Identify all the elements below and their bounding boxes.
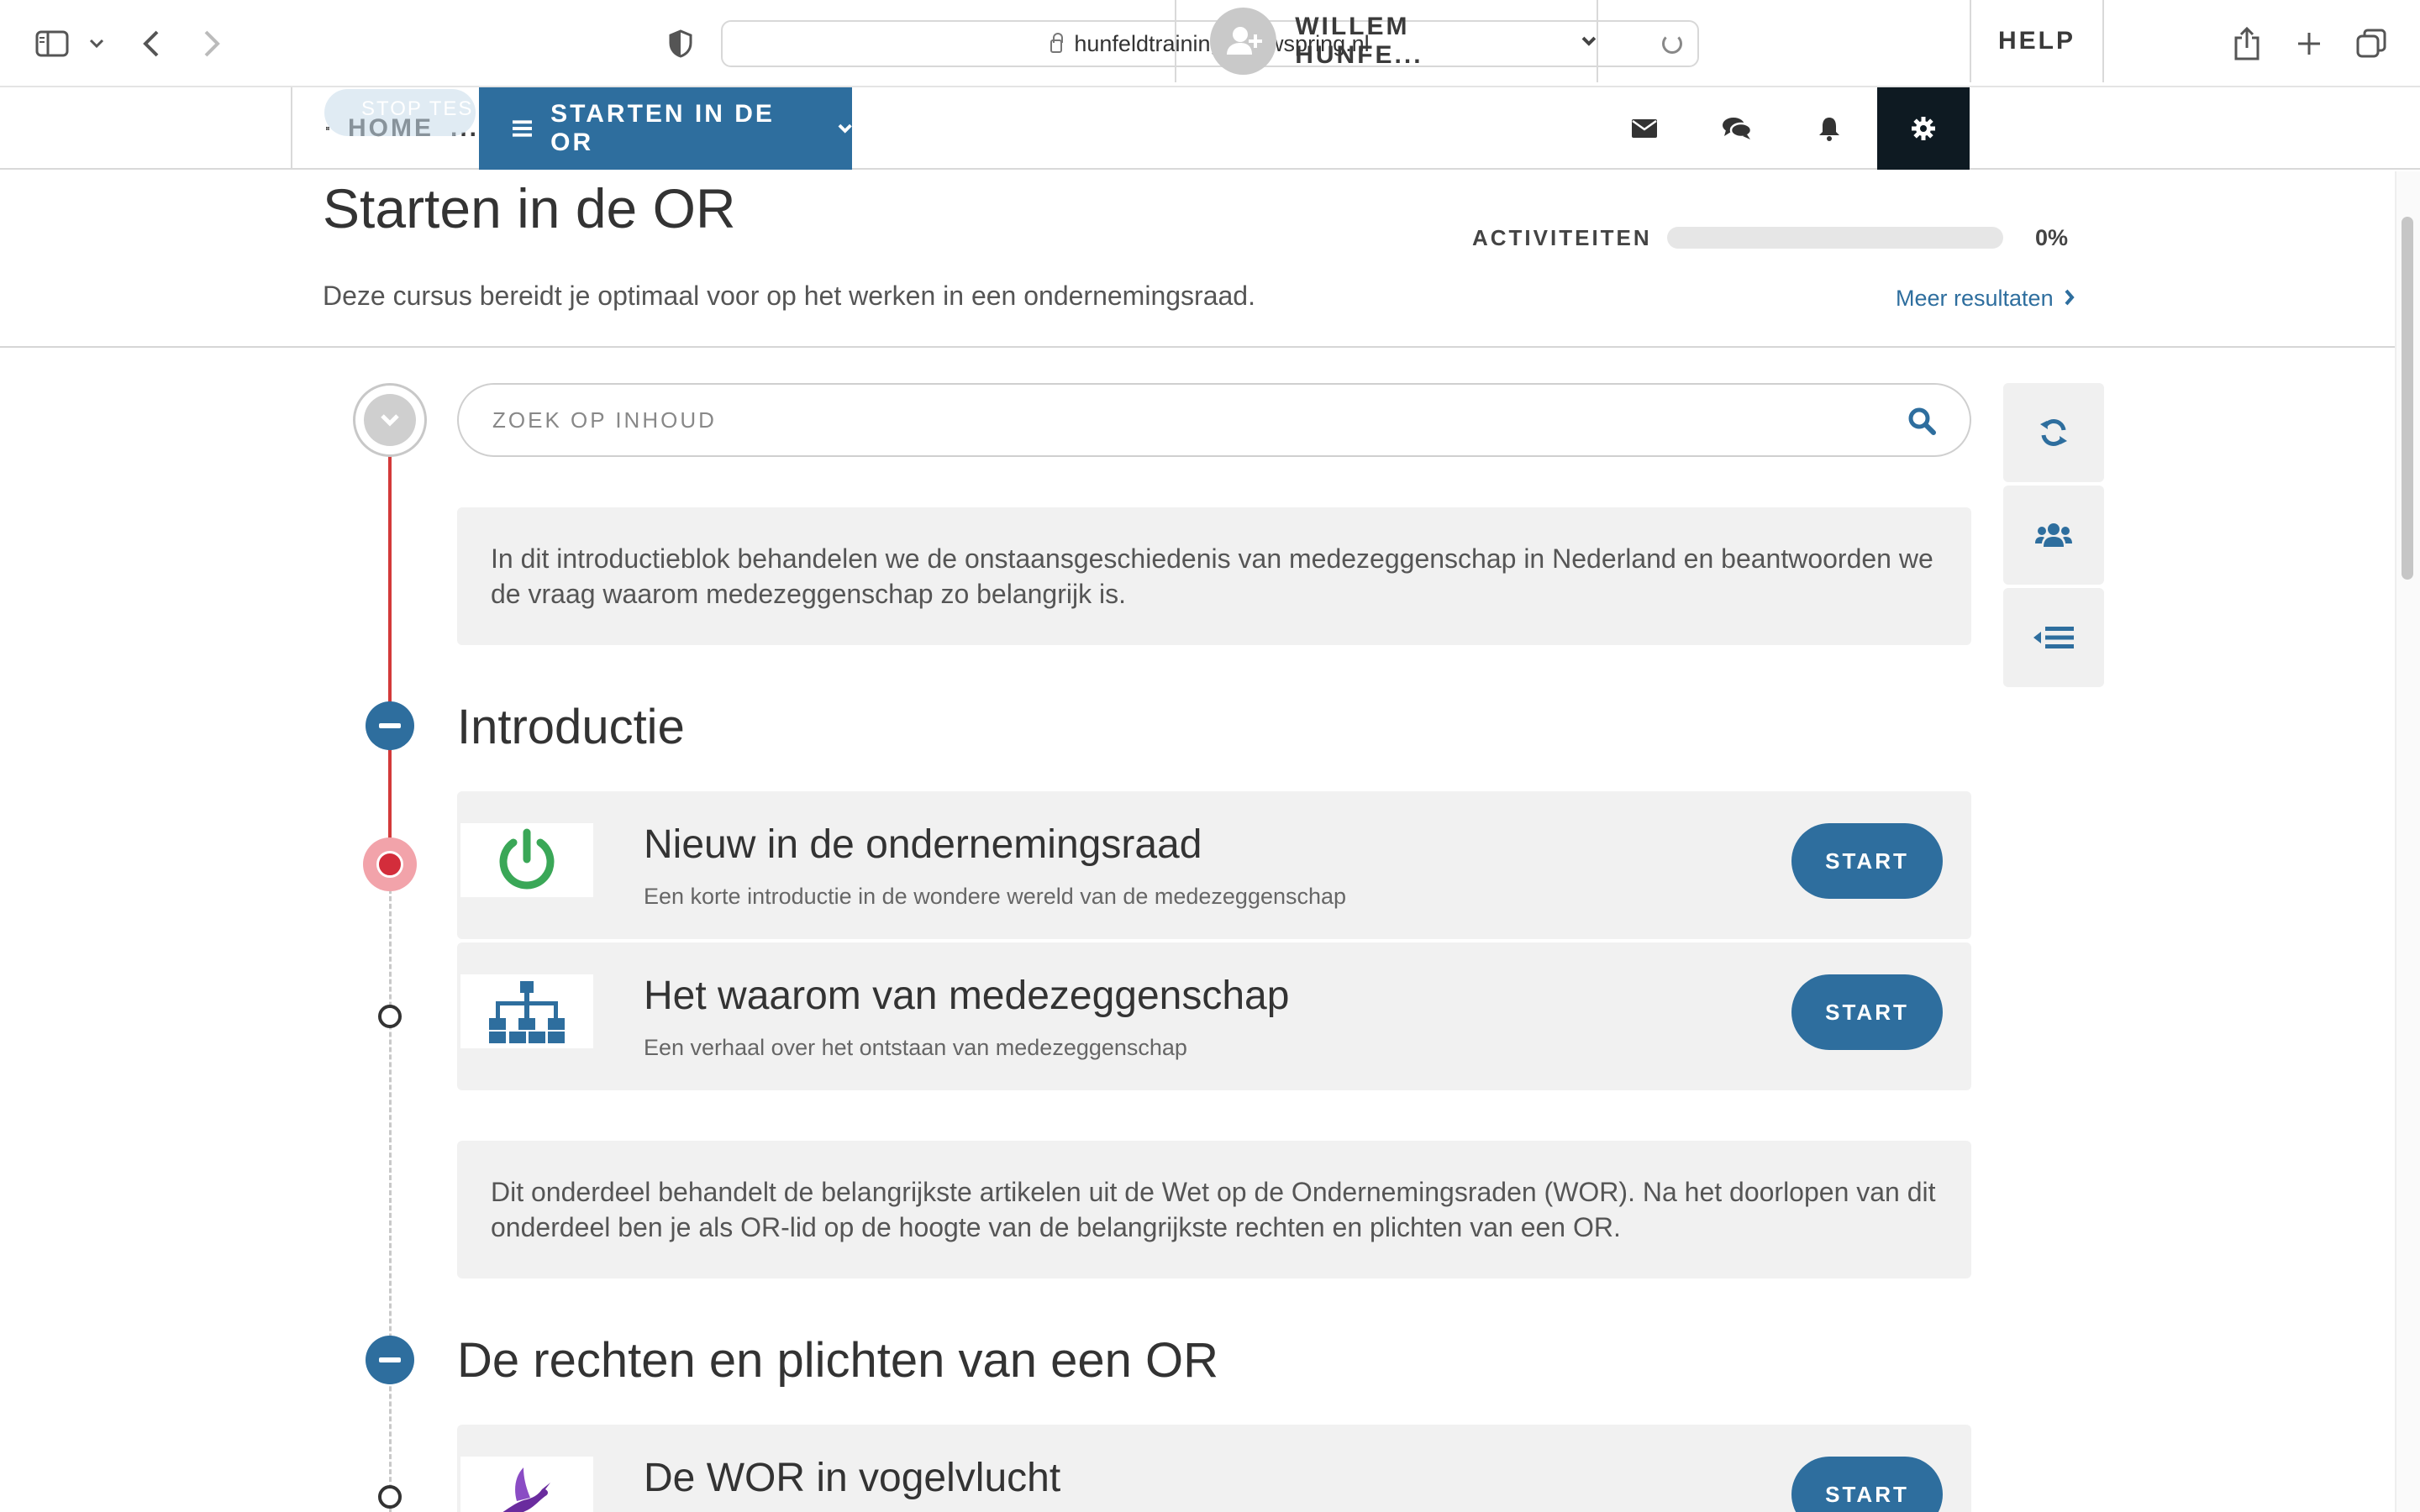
item-subtitle: Een verhaal over het ontstaan van medeze… [644,1035,1187,1060]
help-button[interactable]: HELP [1970,0,2104,82]
course-menu-label: STARTEN IN DE OR [550,100,775,156]
sync-icon [2040,419,2067,446]
lock-icon [1050,33,1064,53]
chat-icon[interactable] [1691,87,1783,170]
current-step-marker [363,837,417,891]
chevron-right-icon [2065,289,2075,306]
mail-icon[interactable] [1598,87,1691,170]
add-user-icon [1226,27,1262,55]
list-item: Het waarom van medezeggenschap Een verha… [457,942,1971,1090]
collapse-all-button[interactable] [353,383,427,457]
section-description: Dit onderdeel behandelt de belangrijkste… [457,1141,1971,1278]
outline-icon [2033,627,2074,648]
chevron-down-icon[interactable] [84,22,109,66]
hamburger-icon [513,120,533,137]
more-results-link[interactable]: Meer resultaten [1896,286,2075,312]
page-title: Starten in de OR [323,177,736,239]
users-icon [2035,523,2072,547]
chevron-down-icon [381,414,399,427]
bird-icon [460,1457,593,1512]
step-marker [378,1485,402,1509]
item-title[interactable]: Nieuw in de ondernemingsraad [644,822,1202,868]
power-icon [460,823,593,897]
chevron-down-icon [1581,36,1597,46]
timeline-progress-line [388,454,392,860]
share-icon[interactable] [2228,22,2265,66]
chevron-down-icon [838,123,852,134]
intro-description: In dit introductieblok behandelen we de … [457,507,1971,645]
avatar [1210,8,1277,75]
more-results-label: Meer resultaten [1896,286,2054,311]
content-search [457,383,1971,457]
back-icon[interactable] [134,22,168,66]
start-button[interactable]: START [1791,974,1943,1050]
sync-button[interactable] [2003,383,2104,482]
step-marker [378,1005,402,1028]
page-description: Deze cursus bereidt je optimaal voor op … [323,281,1255,311]
header-divider [0,346,2395,348]
user-name: WILLEM HUNFE... [1295,13,1423,69]
outline-button[interactable] [2003,588,2104,687]
stop-test-ghost: STOP TES [324,89,476,136]
section-collapse-icon[interactable] [366,1336,414,1384]
participants-button[interactable] [2003,486,2104,585]
section-collapse-icon[interactable] [366,701,414,750]
activities-progress-bar [1667,227,2003,249]
activities-percent: 0% [2035,225,2069,250]
list-item: Nieuw in de ondernemingsraad Een korte i… [457,791,1971,939]
sidebar-icon[interactable] [32,22,72,66]
nav-icon-group [1597,0,1879,82]
item-title[interactable]: De WOR in vogelvlucht [644,1455,1060,1501]
search-input[interactable] [492,407,1837,433]
timeline-dashed-line [389,874,392,1512]
bell-icon[interactable] [1783,87,1876,170]
start-button[interactable]: START [1791,1457,1943,1512]
search-icon[interactable] [1907,407,1936,435]
item-subtitle: Een korte introductie in de wondere were… [644,884,1347,909]
forward-icon[interactable] [195,22,229,66]
new-tab-icon[interactable] [2291,22,2328,66]
tabs-overview-icon[interactable] [2353,22,2390,66]
activities-label: ACTIVITEITEN [1472,225,1652,250]
help-label: HELP [1997,27,2075,55]
scrollbar-thumb[interactable] [2402,217,2413,580]
list-item: De WOR in vogelvlucht START [457,1425,1971,1512]
course-menu-button[interactable]: STARTEN IN DE OR [479,87,852,170]
section-title-rechten: De rechten en plichten van een OR [457,1333,1218,1388]
start-button[interactable]: START [1791,823,1943,899]
shield-icon[interactable] [664,22,697,66]
section-title-introductie: Introductie [457,700,685,754]
gear-icon[interactable] [1877,87,1970,170]
user-menu[interactable]: WILLEM HUNFE... [1175,0,1597,82]
org-chart-icon [460,974,593,1048]
item-title[interactable]: Het waarom van medezeggenschap [644,973,1289,1019]
